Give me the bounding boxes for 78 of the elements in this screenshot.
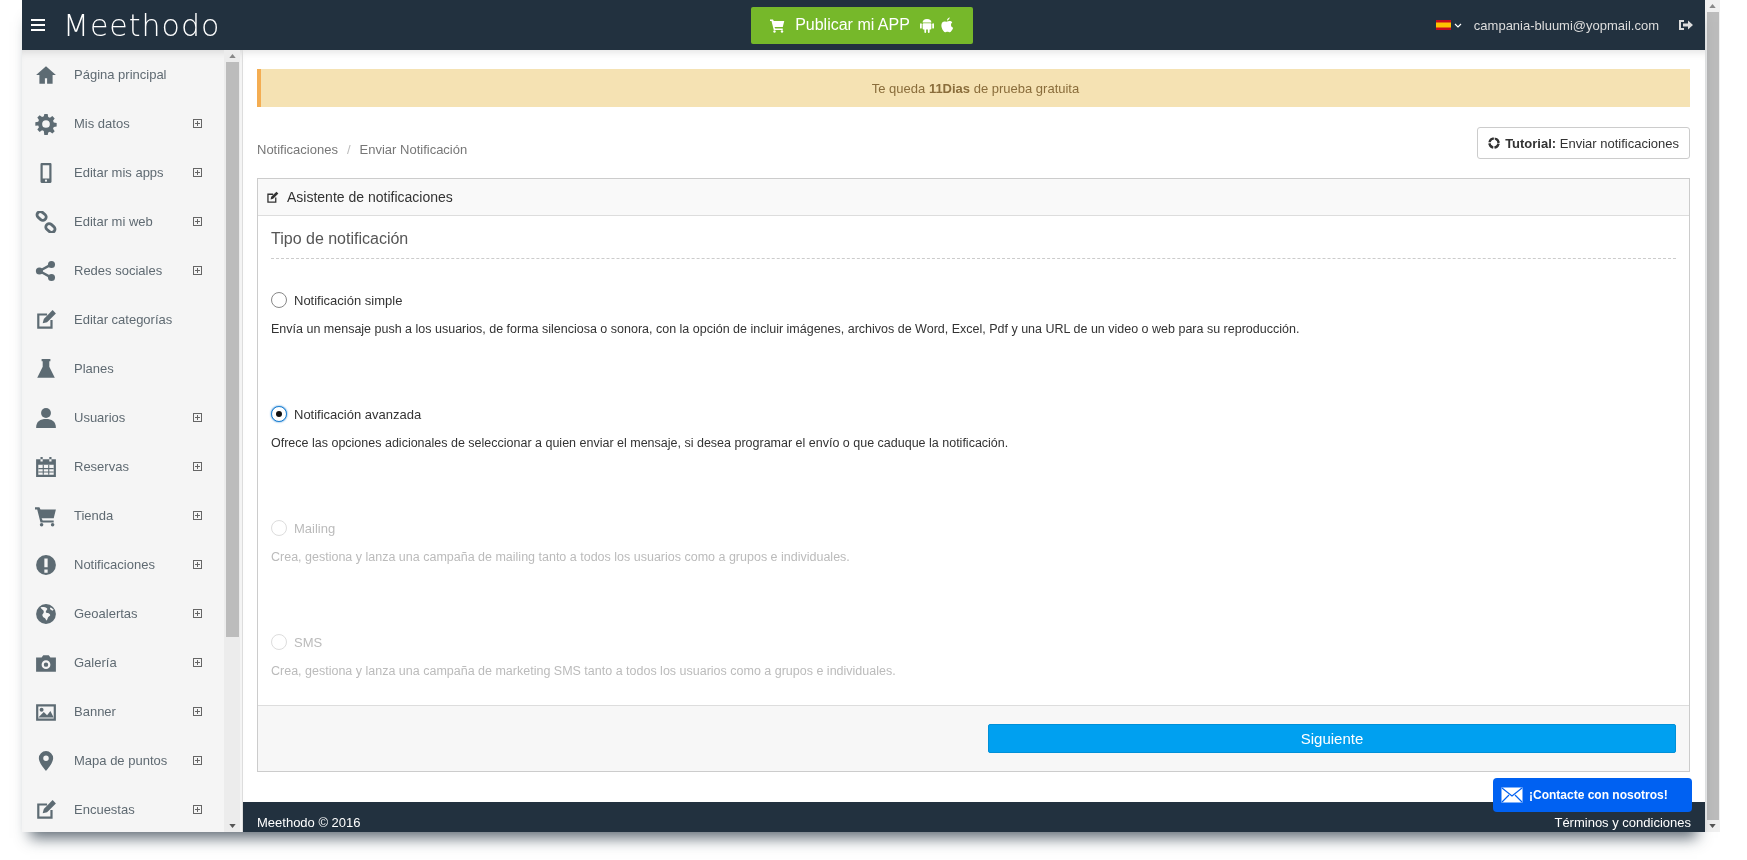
sidebar-item[interactable]: Editar mi web	[22, 197, 224, 246]
account-email[interactable]: campania-bluumi@yopmail.com	[1473, 17, 1659, 33]
scroll-down-icon[interactable]	[228, 824, 236, 828]
exclamation-icon	[35, 553, 57, 576]
panel-title: Asistente de notificaciones	[287, 189, 453, 205]
expand-icon[interactable]	[193, 266, 202, 275]
breadcrumb-item[interactable]: Notificaciones	[257, 141, 338, 157]
gear-icon	[35, 112, 57, 135]
expand-icon[interactable]	[193, 560, 202, 569]
option-description: Crea, gestiona y lanza una campaña de mailing tanto a todos los usuarios como a grupos e individuales.	[271, 550, 851, 564]
radio-option[interactable]: Notificación simple	[271, 292, 403, 308]
sidebar-item[interactable]: Galería	[22, 638, 224, 687]
expand-icon[interactable]	[193, 462, 202, 471]
sidebar-item[interactable]: Mis datos	[22, 99, 224, 148]
sidebar-item[interactable]: Página principal	[22, 50, 224, 99]
scroll-up-icon[interactable]	[1709, 4, 1716, 8]
trial-banner: Te queda 11Dias de prueba gratuita	[257, 69, 1690, 107]
tutorial-button[interactable]: Tutorial: Enviar notificaciones	[1477, 127, 1690, 159]
scroll-up-icon[interactable]	[228, 54, 236, 58]
cart-icon	[35, 504, 57, 527]
contact-widget[interactable]: ¡Contacte con nosotros!	[1493, 778, 1692, 812]
option-description: Envía un mensaje push a los usuarios, de forma silenciosa o sonora, con la opción de incluir imágenes, archivos de Word, Excel, Pdf y una URL de un video o web para su reproducción.	[271, 322, 1301, 336]
sidebar-item[interactable]: Notificaciones	[22, 540, 224, 589]
expand-icon[interactable]	[193, 658, 202, 667]
edit-icon	[266, 190, 279, 204]
link-icon	[35, 210, 57, 233]
section-title: Tipo de notificación	[271, 216, 1676, 259]
sidebar-item[interactable]: Editar mis apps	[22, 148, 224, 197]
sidebar-item[interactable]: Planes	[22, 344, 224, 393]
life-ring-icon	[1488, 137, 1501, 149]
sidebar-item[interactable]: Reservas	[22, 442, 224, 491]
sidebar-item[interactable]: Editar categorías	[22, 295, 224, 344]
scroll-down-icon[interactable]	[1709, 824, 1716, 828]
expand-icon[interactable]	[193, 119, 202, 128]
android-icon	[919, 17, 934, 33]
expand-icon[interactable]	[193, 805, 202, 814]
calendar-icon	[35, 455, 57, 478]
edit-icon	[35, 308, 57, 331]
expand-icon[interactable]	[193, 511, 202, 520]
radio-button[interactable]	[271, 406, 287, 422]
sidebar-item[interactable]: Encuestas	[22, 785, 224, 832]
sidebar-item[interactable]: Banner	[22, 687, 224, 736]
globe-icon	[35, 602, 57, 625]
language-selector[interactable]	[1435, 20, 1462, 30]
sidebar-item[interactable]: Redes sociales	[22, 246, 224, 295]
option-description: Crea, gestiona y lanza una campaña de marketing SMS tanto a todos los usuarios como a grupos e individuales.	[271, 664, 897, 678]
expand-icon[interactable]	[193, 413, 202, 422]
radio-option[interactable]: Notificación avanzada	[271, 406, 422, 422]
radio-button[interactable]	[271, 292, 287, 308]
expand-icon[interactable]	[193, 756, 202, 765]
cart-icon	[770, 17, 786, 33]
share-icon	[35, 259, 57, 282]
sidebar-item[interactable]: Tienda	[22, 491, 224, 540]
scrollbar-thumb[interactable]	[225, 62, 239, 637]
edit-icon	[35, 798, 57, 821]
envelope-icon	[1501, 787, 1523, 803]
chevron-down-icon	[1453, 22, 1462, 28]
option-description: Ofrece las opciones adicionales de seleccionar a quien enviar el mensaje, si desea programar el envío o que caduque la notificación.	[271, 436, 1010, 450]
user-icon	[35, 406, 57, 429]
flag-icon	[1435, 20, 1451, 30]
breadcrumb-item[interactable]: Enviar Notificación	[359, 141, 468, 157]
logout-icon[interactable]	[1679, 19, 1693, 31]
expand-icon[interactable]	[193, 609, 202, 618]
breadcrumb-separator: /	[346, 141, 351, 157]
terms-link[interactable]: Términos y condiciones	[1554, 815, 1691, 830]
sidebar-item[interactable]: Mapa de puntos	[22, 736, 224, 785]
copyright-text: Meethodo © 2016	[257, 815, 361, 830]
expand-icon[interactable]	[193, 217, 202, 226]
sidebar-item[interactable]: Geoalertas	[22, 589, 224, 638]
expand-icon[interactable]	[193, 707, 202, 716]
apple-icon	[939, 17, 954, 33]
next-button[interactable]: Siguiente	[988, 724, 1676, 753]
expand-icon[interactable]	[193, 168, 202, 177]
menu-icon[interactable]	[31, 19, 45, 31]
flask-icon	[35, 357, 57, 380]
scrollbar-thumb[interactable]	[1706, 12, 1719, 820]
logo[interactable]: Meethodo	[63, 7, 221, 43]
sidebar-item[interactable]: Usuarios	[22, 393, 224, 442]
